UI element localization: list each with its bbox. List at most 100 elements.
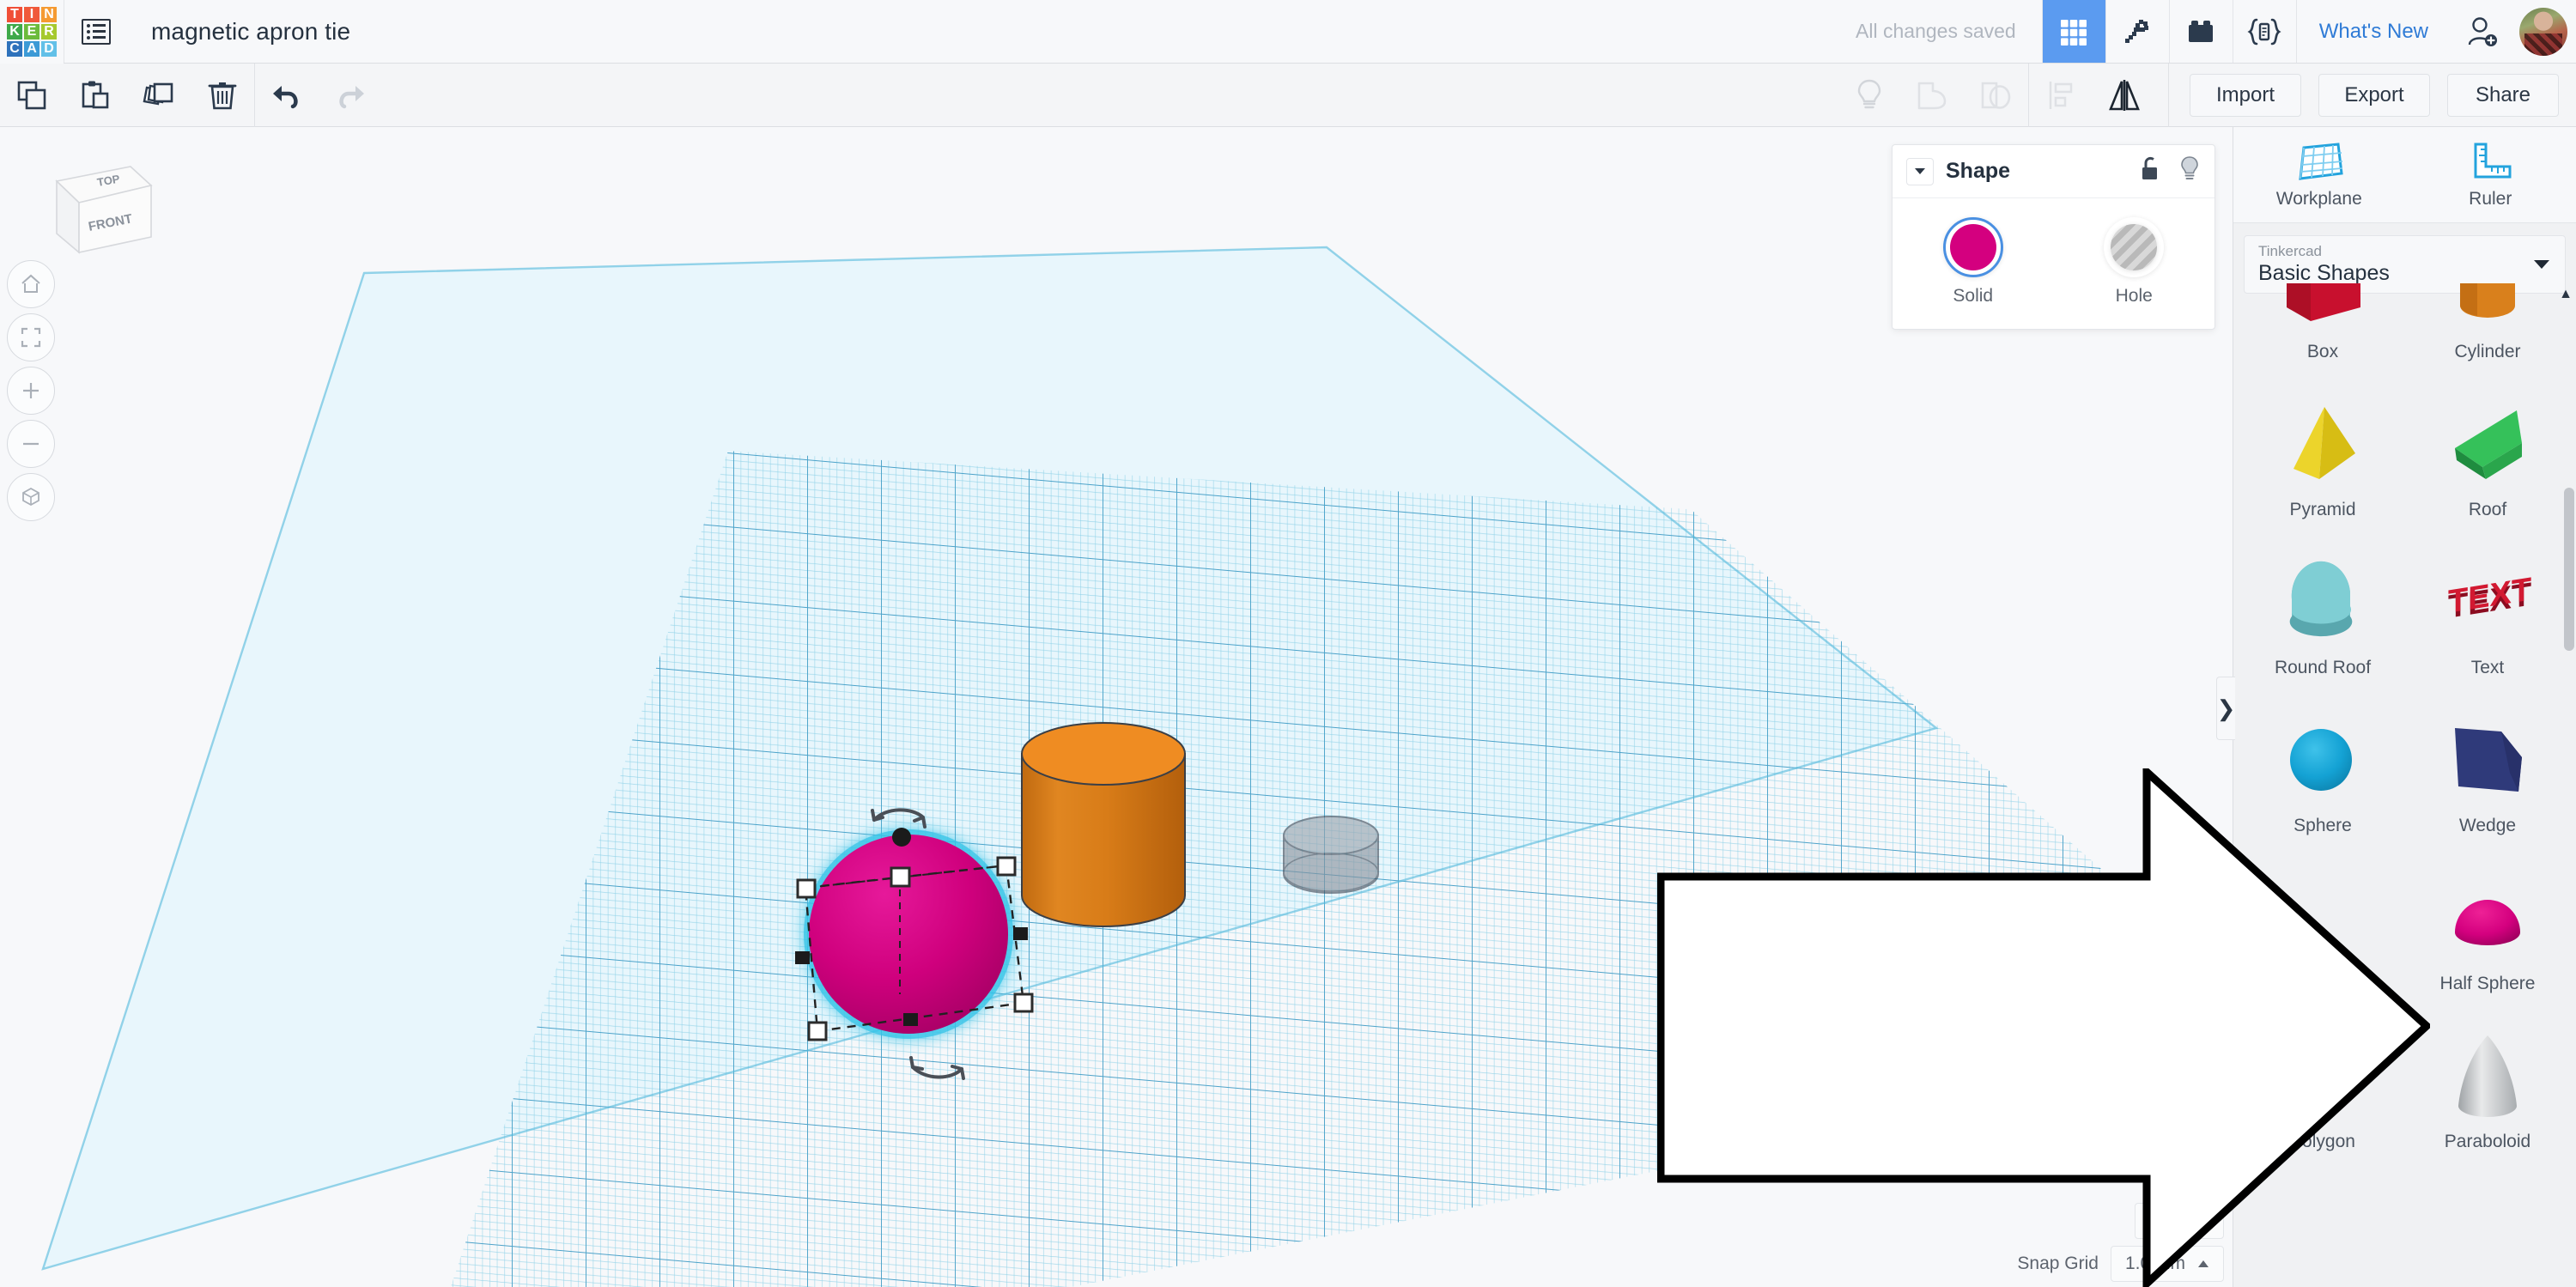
save-status: All changes saved [1856, 20, 2016, 42]
home-icon [21, 274, 40, 293]
ungroup-button[interactable] [1965, 64, 2028, 127]
add-person-icon [2468, 16, 2497, 46]
snap-grid-row: Snap Grid 1.0 mm [2017, 1246, 2224, 1282]
shape-half-sphere[interactable]: Half Sphere [2405, 843, 2570, 1001]
roof-thumb [2436, 393, 2539, 495]
workplane-icon [2299, 142, 2343, 180]
mirror-button[interactable] [2093, 64, 2156, 127]
scroll-up-icon[interactable]: ▲ [2559, 287, 2573, 302]
workplane-tool[interactable]: Workplane [2233, 127, 2405, 222]
lock-toggle-button[interactable] [2139, 155, 2165, 187]
zoom-in-button[interactable] [7, 367, 55, 415]
shape-sphere[interactable]: Sphere [2240, 685, 2405, 843]
delete-button[interactable] [191, 64, 254, 127]
shape-row: Pyramid Roof [2240, 369, 2570, 527]
sidebar-scrollbar-track[interactable] [2564, 283, 2574, 1287]
perspective-toggle-button[interactable] [7, 473, 55, 521]
minecraft-pickaxe-icon [2125, 19, 2149, 43]
redo-icon [339, 85, 364, 108]
sphere-label: Sphere [2293, 816, 2352, 835]
home-view-button[interactable] [7, 260, 55, 308]
shape-wedge[interactable]: Wedge [2405, 685, 2570, 843]
workplane-label: Workplane [2275, 188, 2362, 209]
zoom-out-button[interactable] [7, 420, 55, 468]
undo-button[interactable] [255, 64, 319, 127]
light-toggle-button[interactable] [2178, 155, 2201, 187]
edit-grid-button[interactable]: Edit G [2134, 1203, 2224, 1239]
minus-icon [23, 442, 39, 446]
view-cube[interactable]: TOP FRONT [34, 151, 163, 263]
fit-view-button[interactable] [7, 313, 55, 361]
shape-row: Box Cylinder [2240, 283, 2570, 369]
group-button[interactable] [1901, 64, 1965, 127]
hide-light-button[interactable] [1838, 64, 1901, 127]
grid-designs-button[interactable] [2041, 0, 2105, 63]
duplicate-button[interactable] [127, 64, 191, 127]
pyramid-label: Pyramid [2289, 500, 2356, 519]
paste-icon [82, 81, 109, 108]
half-sphere-thumb [2436, 867, 2539, 968]
lego-button[interactable] [2168, 0, 2233, 63]
shape-row: Half Sphere [2240, 843, 2570, 1001]
import-button[interactable]: Import [2190, 73, 2301, 117]
share-button[interactable]: Share [2447, 73, 2559, 117]
shape-roof[interactable]: Roof [2405, 369, 2570, 527]
top-bar: TIN KER CAD magnetic apron tie All changes… [0, 0, 2576, 64]
snap-grid-value: 1.0 mm [2124, 1254, 2185, 1273]
polygon-thumb [2271, 1025, 2374, 1126]
view-controls [7, 260, 55, 526]
avatar[interactable] [2519, 8, 2567, 56]
copy-button[interactable] [0, 64, 64, 127]
redo-button[interactable] [319, 64, 382, 127]
object-sphere-magenta[interactable] [804, 829, 1013, 1039]
ruler-icon [2474, 143, 2512, 178]
grid-designs-icon [2061, 19, 2087, 46]
sidebar-scrollbar-thumb[interactable] [2564, 488, 2574, 651]
collapse-inspector-button[interactable] [1906, 157, 1934, 185]
chevron-up-icon [2198, 1260, 2208, 1267]
export-button[interactable]: Export [2318, 73, 2430, 117]
snap-grid-select[interactable]: 1.0 mm [2110, 1246, 2224, 1282]
shape-text[interactable]: TEXT TEXT Text [2405, 527, 2570, 685]
menu-button[interactable] [64, 0, 127, 63]
codeblocks-button[interactable] [2232, 0, 2296, 63]
hole-swatch[interactable]: Hole [2104, 217, 2164, 307]
cube-ortho-icon [22, 487, 39, 507]
sphere-thumb [2271, 709, 2374, 810]
object-cylinder-orange[interactable] [1021, 722, 1186, 927]
collapse-sidebar-tab[interactable]: ❯ [2216, 677, 2235, 740]
shape-polygon[interactable]: Polygon [2240, 1001, 2405, 1159]
copy-icon [17, 81, 46, 109]
lightbulb-icon [2181, 156, 2198, 179]
align-icon [2049, 81, 2073, 109]
whats-new-link[interactable]: What's New [2295, 0, 2451, 63]
lego-brick-icon [2189, 20, 2214, 42]
tinkercad-logo[interactable]: TIN KER CAD [0, 0, 64, 64]
unlock-icon [2142, 156, 2157, 179]
object-cylinder-hole[interactable] [1283, 816, 1379, 894]
invite-button[interactable] [2451, 0, 2514, 63]
document-title[interactable]: magnetic apron tie [127, 0, 350, 63]
ruler-tool[interactable]: Ruler [2405, 127, 2576, 222]
shape-box[interactable]: Box [2240, 283, 2405, 369]
logo-letter-e-4: E [24, 24, 39, 39]
chevron-down-icon [1915, 168, 1925, 174]
shape-round-roof[interactable]: Round Roof [2240, 527, 2405, 685]
shape-paraboloid[interactable]: Paraboloid [2405, 1001, 2570, 1159]
edit-toolbar: Import Export Share [0, 63, 2576, 127]
align-button[interactable] [2029, 64, 2093, 127]
hole-swatch-ring [2104, 217, 2164, 277]
shape-pyramid[interactable]: Pyramid [2240, 369, 2405, 527]
half-sphere-label: Half Sphere [2439, 974, 2536, 993]
undo-icon [273, 85, 298, 108]
chevron-down-icon [2534, 260, 2549, 269]
mirror-icon [2109, 79, 2140, 111]
solid-swatch-ring [1942, 217, 2003, 277]
minecraft-button[interactable] [2105, 0, 2169, 63]
wedge-thumb [2436, 709, 2539, 810]
paste-button[interactable] [64, 64, 127, 127]
polygon-label: Polygon [2290, 1132, 2355, 1151]
solid-swatch[interactable]: Solid [1942, 217, 2003, 307]
shape-cylinder[interactable]: Cylinder [2405, 283, 2570, 369]
